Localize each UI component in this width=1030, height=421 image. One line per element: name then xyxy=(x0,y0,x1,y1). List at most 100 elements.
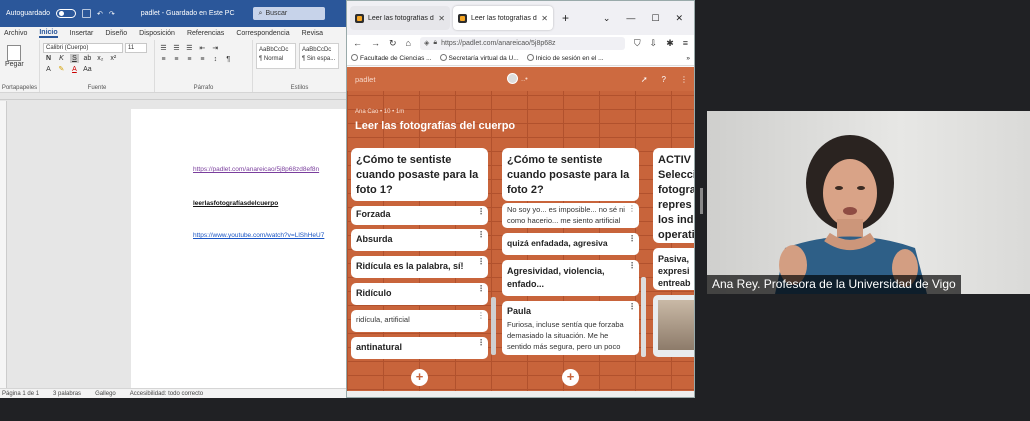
underline-icon[interactable]: S xyxy=(69,54,79,63)
more-bookmarks-icon[interactable]: » xyxy=(686,55,690,62)
font-color-icon[interactable]: A xyxy=(70,65,79,74)
word-search-box[interactable]: ⌕ Buscar xyxy=(252,7,325,20)
redo-icon[interactable]: ↷ xyxy=(109,10,115,18)
tab-correspondencia[interactable]: Correspondencia xyxy=(236,30,289,37)
add-post-button[interactable]: + xyxy=(562,369,579,386)
justify-icon[interactable]: ≡ xyxy=(198,55,207,64)
close-tab-icon[interactable]: ✕ xyxy=(541,14,548,23)
board-horizontal-scrollbar[interactable] xyxy=(347,391,694,397)
help-icon[interactable]: ? xyxy=(662,75,666,84)
post-menu-icon[interactable]: ⋮ xyxy=(477,231,485,239)
post-menu-icon[interactable]: ⋮ xyxy=(628,235,636,243)
pocket-icon[interactable]: ⛉ xyxy=(634,38,641,49)
column-2-scrollbar[interactable] xyxy=(641,277,646,357)
increase-indent-icon[interactable]: ⇥ xyxy=(211,44,220,53)
save-icon[interactable] xyxy=(81,9,91,18)
strikethrough-icon[interactable]: ab xyxy=(83,54,92,63)
browser-tab[interactable]: Leer las fotografías del cu ✕ xyxy=(350,6,450,30)
numbering-icon[interactable]: ☰ xyxy=(172,44,181,53)
post-menu-icon[interactable]: ⋮ xyxy=(628,303,636,311)
post-menu-icon[interactable]: ⋮ xyxy=(477,258,485,266)
post-card[interactable]: antinatural ⋮ xyxy=(351,337,488,359)
status-words[interactable]: 3 palabras xyxy=(53,391,81,397)
paste-icon[interactable] xyxy=(7,45,21,61)
minimize-icon[interactable]: — xyxy=(626,13,635,24)
align-right-icon[interactable]: ≡ xyxy=(185,55,194,64)
italic-icon[interactable]: K xyxy=(57,54,66,63)
style-no-spacing[interactable]: AaBbCcDc ¶ Sin espa... xyxy=(298,43,339,69)
post-card[interactable]: Ridícula es la palabra, sí! ⋮ xyxy=(351,256,488,278)
bold-icon[interactable]: N xyxy=(44,54,53,63)
post-card[interactable]: Agresividad, violencia, enfado... ⋮ xyxy=(502,260,639,296)
decrease-indent-icon[interactable]: ⇤ xyxy=(198,44,207,53)
tab-diseno[interactable]: Diseño xyxy=(105,30,127,37)
add-post-button[interactable]: + xyxy=(411,369,428,386)
tab-revisar[interactable]: Revisa xyxy=(302,30,323,37)
ellipsis-icon[interactable]: ..• xyxy=(521,74,528,83)
style-normal[interactable]: AaBbCcDc ¶ Normal xyxy=(256,43,296,69)
bookmark-item[interactable]: Facultade de Ciencias ... xyxy=(351,54,432,62)
window-divider[interactable] xyxy=(700,188,703,214)
post-menu-icon[interactable]: ⋮ xyxy=(628,205,636,213)
bullets-icon[interactable]: ☰ xyxy=(159,44,168,53)
multilevel-icon[interactable]: ☰ xyxy=(185,44,194,53)
chevron-down-icon[interactable]: ⌄ xyxy=(603,13,611,24)
post-menu-icon[interactable]: ⋮ xyxy=(628,262,636,270)
doc-padlet-link[interactable]: https://padlet.com/anareicao/5j8p68zd8ef… xyxy=(193,166,319,173)
bookmark-item[interactable]: Inicio de sesión en el ... xyxy=(526,54,604,62)
doc-title[interactable]: padlet - Guardado en Este PC xyxy=(141,10,235,17)
lock-icon[interactable]: 🔒︎ xyxy=(433,39,437,47)
shield-icon[interactable]: ◈ xyxy=(424,39,429,47)
post-card[interactable]: quizá enfadada, agresiva ⋮ xyxy=(502,233,639,255)
tab-insertar[interactable]: Insertar xyxy=(70,30,94,37)
forward-icon[interactable]: → xyxy=(371,38,380,48)
autosave-toggle[interactable] xyxy=(55,9,76,18)
share-icon[interactable]: ➚ xyxy=(641,75,648,84)
font-name-select[interactable]: Calibri (Cuerpo) xyxy=(43,43,123,53)
close-tab-icon[interactable]: ✕ xyxy=(438,14,445,23)
home-icon[interactable]: ⌂ xyxy=(406,38,411,48)
padlet-brand[interactable]: padlet xyxy=(355,75,375,84)
post-card[interactable]: Paula Furiosa, incluse sentía que forzab… xyxy=(502,301,639,355)
browser-tab-active[interactable]: Leer las fotografías del cu ✕ xyxy=(453,6,553,30)
line-spacing-icon[interactable]: ↕ xyxy=(211,55,220,64)
post-menu-icon[interactable]: ⋮ xyxy=(477,312,485,320)
post-card[interactable]: Absurda ⋮ xyxy=(351,229,488,251)
back-icon[interactable]: ← xyxy=(353,38,362,48)
address-bar[interactable]: ◈ 🔒︎ https://padlet.com/anareicao/5j8p68… xyxy=(419,36,625,50)
tab-referencias[interactable]: Referencias xyxy=(187,30,224,37)
tab-disposicion[interactable]: Disposición xyxy=(139,30,175,37)
text-effects-icon[interactable]: A xyxy=(44,65,53,74)
pilcrow-icon[interactable]: ¶ xyxy=(224,55,233,64)
doc-youtube-link[interactable]: https://www.youtube.com/watch?v=LlShHeU7 xyxy=(193,232,324,239)
post-menu-icon[interactable]: ⋮ xyxy=(477,339,485,347)
tab-archivo[interactable]: Archivo xyxy=(4,30,27,37)
extensions-icon[interactable]: ✱ xyxy=(666,38,674,49)
subscript-icon[interactable]: x₂ xyxy=(96,54,105,63)
column-1-scrollbar[interactable] xyxy=(491,297,496,355)
tab-inicio[interactable]: Inicio xyxy=(39,29,58,38)
paste-label[interactable]: Pegar xyxy=(5,61,36,68)
status-language[interactable]: Gallego xyxy=(95,391,116,397)
reload-icon[interactable]: ↻ xyxy=(389,38,397,49)
column-heading[interactable]: ¿Cómo te sentiste cuando posaste para la… xyxy=(351,148,488,201)
status-page[interactable]: Página 1 de 1 xyxy=(2,391,39,397)
undo-icon[interactable]: ↶ xyxy=(97,10,103,18)
post-card[interactable]: Forzada ⋮ xyxy=(351,206,488,225)
maximize-icon[interactable]: ☐ xyxy=(651,13,659,24)
align-left-icon[interactable]: ≡ xyxy=(159,55,168,64)
document-page[interactable]: https://padlet.com/anareicao/5j8p68zd8ef… xyxy=(131,109,346,388)
downloads-icon[interactable]: ⇩ xyxy=(650,38,658,49)
post-card[interactable]: ridícula, artificial ⋮ xyxy=(351,310,488,332)
column-heading[interactable]: ¿Cómo te sentiste cuando posaste para la… xyxy=(502,148,639,201)
post-menu-icon[interactable]: ⋮ xyxy=(477,208,485,216)
post-menu-icon[interactable]: ⋮ xyxy=(477,285,485,293)
bookmark-item[interactable]: Secretaría virtual da U... xyxy=(439,54,519,62)
superscript-icon[interactable]: x² xyxy=(109,54,118,63)
post-image-card[interactable] xyxy=(653,295,694,357)
avatar[interactable] xyxy=(507,73,518,84)
close-window-icon[interactable]: ✕ xyxy=(675,13,683,24)
align-center-icon[interactable]: ≡ xyxy=(172,55,181,64)
more-icon[interactable]: ⋮ xyxy=(680,75,688,84)
column-heading[interactable]: ACTIV Selecci fotogra repres los indi op… xyxy=(653,148,694,243)
